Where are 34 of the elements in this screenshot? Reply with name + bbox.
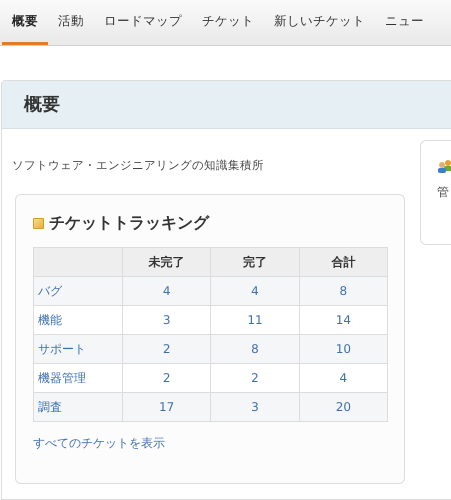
count-link[interactable]: 2	[251, 371, 259, 386]
members-text: 管	[437, 184, 450, 201]
count-link[interactable]: 20	[336, 400, 351, 414]
count-link[interactable]: 8	[340, 284, 348, 298]
count-link[interactable]: 4	[340, 371, 348, 386]
nav-tab[interactable]: ロードマップ	[94, 0, 192, 45]
count-link[interactable]: 11	[247, 313, 263, 328]
count-link[interactable]: 2	[162, 371, 170, 386]
nav-tab[interactable]: 新しいチケット	[264, 0, 375, 45]
column-header: 未完了	[148, 255, 185, 270]
count-link[interactable]: 8	[251, 342, 259, 356]
count-link[interactable]: 3	[251, 400, 259, 414]
view-all-link[interactable]: すべてのチケットを表示	[33, 434, 387, 452]
column-header: 合計	[331, 255, 356, 270]
column-header: 完了	[242, 255, 267, 270]
ticket-icon	[33, 218, 44, 229]
category-link[interactable]: 調査	[38, 400, 62, 414]
count-link[interactable]: 2	[162, 342, 170, 356]
category-link[interactable]: 機能	[38, 313, 62, 328]
page-title: 概要	[24, 93, 60, 117]
count-link[interactable]: 3	[162, 313, 170, 328]
nav-tab[interactable]: チケット	[192, 0, 264, 45]
count-link[interactable]: 10	[336, 342, 351, 356]
card-title: チケットトラッキング	[49, 212, 209, 234]
count-link[interactable]: 4	[251, 284, 259, 298]
count-link[interactable]: 4	[162, 284, 170, 298]
category-link[interactable]: バグ	[38, 284, 62, 298]
count-link[interactable]: 17	[159, 400, 174, 414]
nav-tab[interactable]: 概要	[2, 0, 48, 45]
nav-tab[interactable]: ニュー	[375, 0, 434, 45]
nav-tab[interactable]: 活動	[48, 0, 94, 45]
people-icon	[437, 159, 451, 173]
count-link[interactable]: 14	[336, 313, 351, 328]
description: ソフトウェア・エンジニアリングの知識集積所	[12, 157, 265, 174]
